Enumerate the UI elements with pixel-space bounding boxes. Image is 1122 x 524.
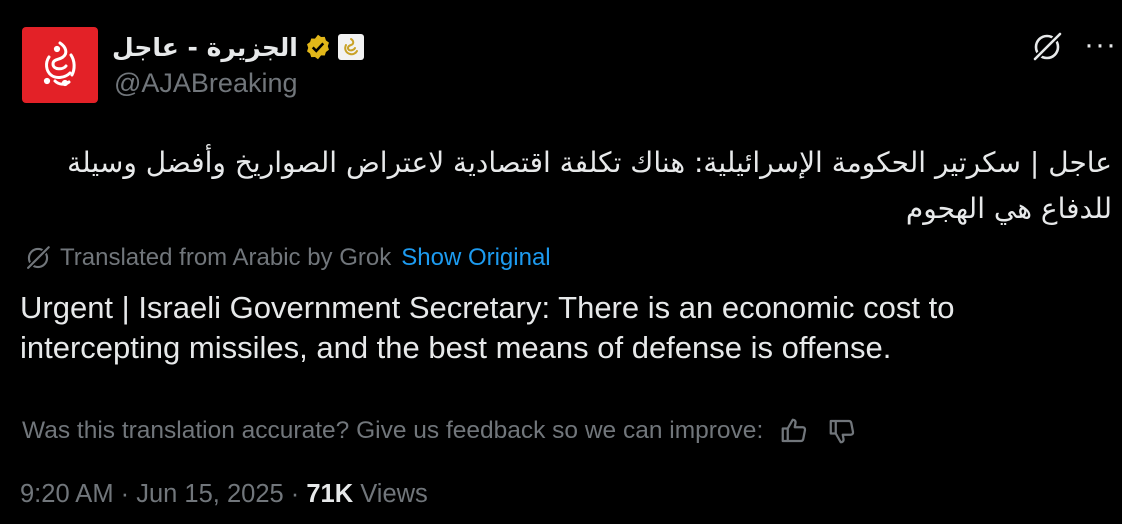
translation-attribution: Translated from Arabic by Grok Show Orig…: [24, 242, 551, 274]
views-label: Views: [353, 480, 428, 508]
post-time[interactable]: 9:20 AM: [20, 480, 114, 508]
gold-verified-check-icon: [306, 34, 329, 60]
account-display-name[interactable]: الجزيرة - عاجل: [112, 33, 298, 62]
show-original-link[interactable]: Show Original: [401, 244, 550, 272]
grok-icon: [26, 245, 51, 270]
post-translated-text: Urgent | Israeli Government Secretary: T…: [20, 290, 955, 365]
thumbs-up-icon[interactable]: [777, 414, 811, 448]
feedback-prompt: Was this translation accurate? Give us f…: [22, 417, 764, 444]
al-jazeera-logo-icon: [43, 41, 76, 87]
account-name-row[interactable]: الجزيرة - عاجل: [112, 30, 364, 64]
post-original-text: عاجل | سكرتير الحكومة الإسرائيلية: هناك …: [67, 146, 1112, 225]
meta-separator: ·: [113, 480, 137, 508]
meta-separator: ·: [283, 480, 307, 508]
post-date[interactable]: Jun 15, 2025: [136, 480, 283, 508]
more-horizontal-icon[interactable]: ···: [1084, 28, 1117, 62]
translation-note: Translated from Arabic by Grok: [60, 244, 392, 271]
post-meta: 9:20 AM · Jun 15, 2025 · 71K Views: [20, 480, 428, 509]
al-jazeera-logo-badge-icon[interactable]: [337, 34, 364, 60]
account-handle[interactable]: @AJABreaking: [114, 68, 298, 99]
views-count: 71K: [306, 480, 354, 508]
grok-icon[interactable]: [1030, 30, 1064, 64]
translation-feedback: Was this translation accurate? Give us f…: [22, 414, 859, 448]
thumbs-down-icon[interactable]: [825, 414, 859, 448]
avatar[interactable]: [22, 27, 98, 103]
